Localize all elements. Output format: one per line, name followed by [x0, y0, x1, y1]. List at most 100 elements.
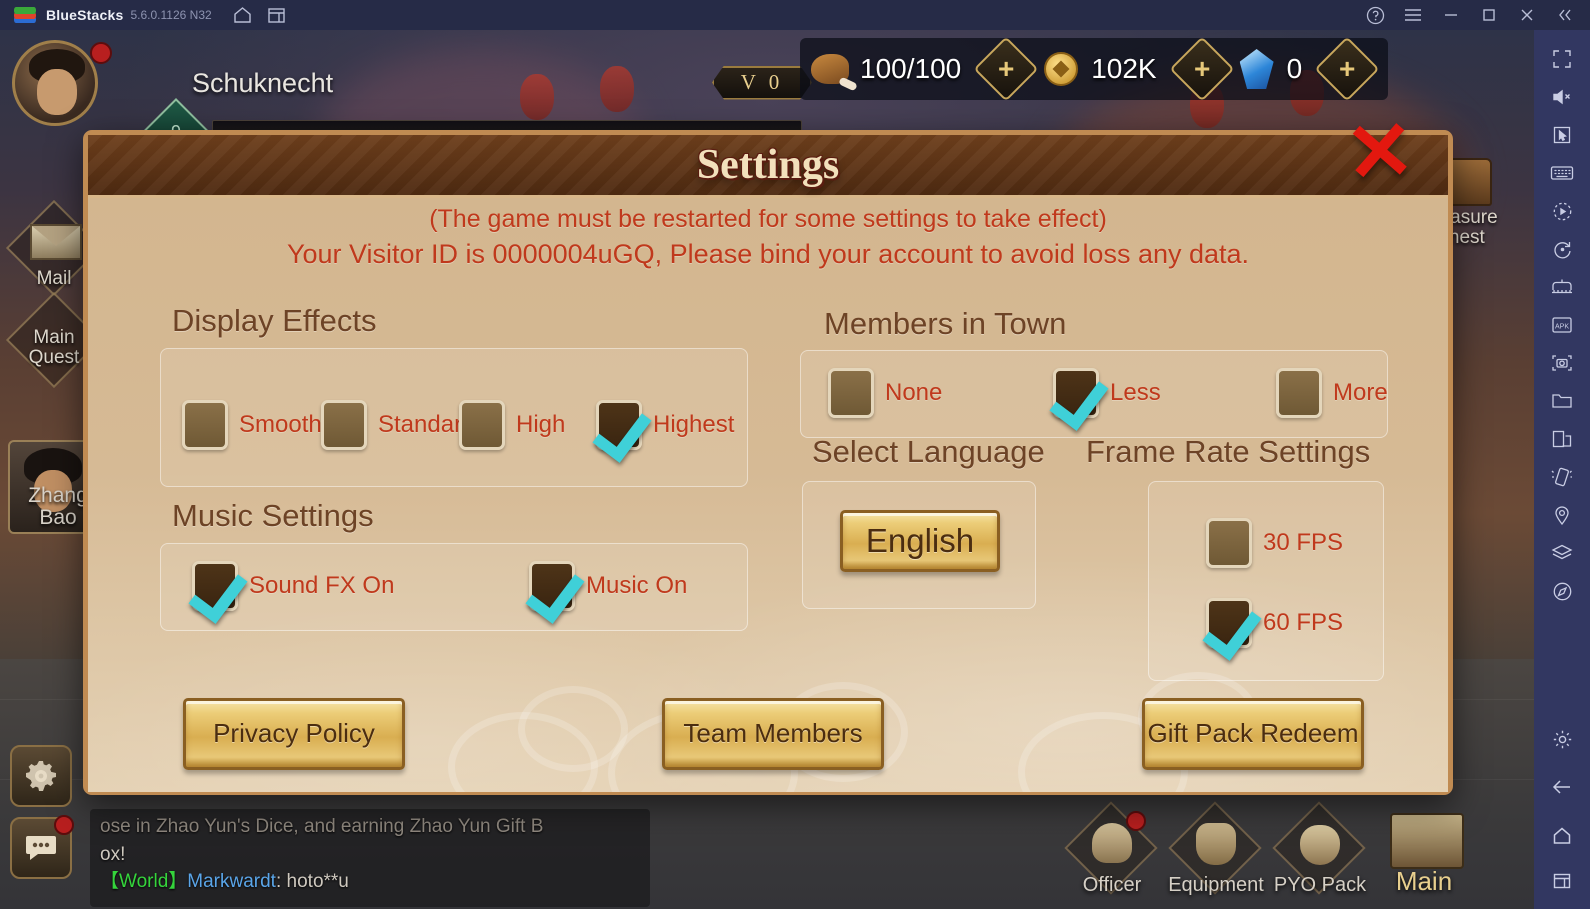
chat-world-user: Markwardt	[187, 871, 276, 893]
game-settings-button[interactable]	[10, 745, 72, 807]
home-icon[interactable]	[226, 0, 260, 30]
mute-icon[interactable]	[1551, 78, 1573, 116]
fullscreen-icon[interactable]	[1552, 40, 1572, 78]
sound-fx-toggle[interactable]: Sound FX On	[192, 561, 394, 611]
team-members-button[interactable]: Team Members	[662, 698, 884, 770]
display-effect-highest[interactable]: Highest	[596, 400, 734, 450]
mail-icon	[30, 224, 82, 260]
frame-rate-panel	[1148, 481, 1384, 681]
game-viewport[interactable]: Schuknecht V 0 9 100/100 + 102K + 0 + Ma…	[0, 30, 1534, 909]
add-gem-label: +	[1339, 52, 1356, 84]
members-none[interactable]: None	[828, 368, 942, 418]
add-gem-button[interactable]: +	[1314, 36, 1380, 102]
compass-icon[interactable]	[1552, 572, 1573, 610]
nav-officer-label: Officer	[1082, 874, 1142, 896]
frame-rate-30-label: 30 FPS	[1263, 529, 1344, 556]
display-effect-high-checkbox[interactable]	[459, 400, 505, 450]
keyboard-icon[interactable]	[1550, 154, 1574, 192]
player-bar[interactable]: Schuknecht V 0 9	[12, 40, 812, 166]
titlebar: BlueStacks 5.6.0.1126 N32	[0, 0, 1590, 30]
display-effect-standard-checkbox[interactable]	[321, 400, 367, 450]
gift-pack-redeem-button[interactable]: Gift Pack Redeem	[1142, 698, 1364, 770]
game-controls-icon[interactable]	[1550, 268, 1574, 306]
svg-text:APK: APK	[1555, 324, 1569, 331]
bluestacks-logo-icon	[14, 5, 36, 25]
dialog-header: Settings	[88, 135, 1448, 198]
player-name: Schuknecht	[192, 67, 334, 98]
maximize-icon[interactable]	[1470, 0, 1508, 30]
cursor-icon[interactable]	[1552, 116, 1572, 154]
members-none-label: None	[885, 379, 943, 406]
back-icon[interactable]	[1551, 763, 1573, 811]
multi-instance-icon[interactable]	[260, 0, 294, 30]
gem-value: 0	[1286, 53, 1303, 84]
display-effect-high[interactable]: High	[459, 400, 565, 450]
shake-icon[interactable]	[1551, 458, 1573, 496]
vip-badge[interactable]: V 0	[712, 65, 812, 100]
members-in-town-title: Members in Town	[824, 306, 1067, 341]
privacy-policy-button[interactable]: Privacy Policy	[183, 698, 405, 770]
restart-warning: (The game must be restarted for some set…	[429, 205, 1107, 233]
frame-rate-30[interactable]: 30 FPS	[1206, 518, 1343, 568]
music-checkbox[interactable]	[529, 561, 575, 611]
nav-main-label: Main	[1395, 866, 1453, 896]
nav-officer[interactable]: Officer	[1060, 801, 1164, 907]
screenshot-icon[interactable]	[1551, 344, 1573, 382]
dialog-title: Settings	[696, 142, 840, 188]
help-icon[interactable]	[1356, 0, 1394, 30]
display-effect-smooth-label: Smooth	[239, 411, 322, 438]
music-toggle[interactable]: Music On	[529, 561, 687, 611]
frame-rate-60-label: 60 FPS	[1263, 609, 1344, 636]
nav-equipment-label: Equipment	[1168, 874, 1264, 896]
members-less[interactable]: Less	[1053, 368, 1161, 418]
close-dialog-button[interactable]: ✕	[1338, 105, 1421, 201]
install-apk-icon[interactable]: APK	[1551, 306, 1573, 344]
close-icon[interactable]	[1508, 0, 1546, 30]
resource-gem: 0 +	[1235, 36, 1381, 102]
members-more-checkbox[interactable]	[1276, 368, 1322, 418]
app-name: BlueStacks	[46, 7, 124, 23]
nav-equipment[interactable]: Equipment	[1164, 801, 1268, 907]
officer-icon	[1092, 823, 1132, 863]
add-food-label: +	[998, 52, 1015, 84]
add-gold-button[interactable]: +	[1169, 36, 1235, 102]
rotate-icon[interactable]	[1552, 230, 1573, 268]
frame-rate-60[interactable]: 60 FPS	[1206, 598, 1343, 648]
chat-button[interactable]	[10, 815, 74, 879]
members-more[interactable]: More	[1276, 368, 1388, 418]
add-food-button[interactable]: +	[973, 36, 1039, 102]
members-more-label: More	[1333, 379, 1388, 406]
nav-main[interactable]: Main	[1372, 807, 1476, 907]
frame-rate-30-checkbox[interactable]	[1206, 518, 1252, 568]
home-icon[interactable]	[1552, 811, 1572, 859]
language-english-button[interactable]: English	[840, 510, 1000, 572]
macro-icon[interactable]	[1552, 192, 1573, 230]
display-effect-highest-checkbox[interactable]	[596, 400, 642, 450]
chat-panel[interactable]: ose in Zhao Yun's Dice, and earning Zhao…	[90, 809, 650, 907]
settings-dialog: Settings ✕ (The game must be restarted f…	[83, 105, 1453, 795]
location-icon[interactable]	[1552, 496, 1572, 534]
chat-world-tag: 【World】	[100, 871, 188, 893]
display-effect-smooth[interactable]: Smooth	[182, 400, 322, 450]
media-folder-icon[interactable]	[1551, 382, 1573, 420]
members-less-checkbox[interactable]	[1053, 368, 1099, 418]
select-language-title: Select Language	[812, 434, 1045, 469]
sound-fx-checkbox[interactable]	[192, 561, 238, 611]
nav-pyo-pack[interactable]: PYO Pack	[1268, 801, 1372, 907]
display-effect-smooth-checkbox[interactable]	[182, 400, 228, 450]
multi-window-icon[interactable]	[1551, 420, 1573, 458]
members-none-checkbox[interactable]	[828, 368, 874, 418]
frame-rate-60-checkbox[interactable]	[1206, 598, 1252, 648]
minimize-icon[interactable]	[1432, 0, 1470, 30]
collapse-sidebar-icon[interactable]	[1546, 0, 1584, 30]
main-quest-label: Main Quest	[28, 327, 80, 368]
avatar[interactable]	[12, 40, 98, 126]
recents-icon[interactable]	[1552, 859, 1572, 903]
layers-icon[interactable]	[1551, 534, 1573, 572]
display-effect-standard[interactable]: Standard	[321, 400, 475, 450]
music-label: Music On	[586, 572, 688, 599]
gold-coin-icon	[1039, 47, 1083, 91]
hamburger-menu-icon[interactable]	[1394, 0, 1432, 30]
gear-icon[interactable]	[1552, 715, 1573, 763]
chat-badge-dot	[54, 815, 74, 835]
